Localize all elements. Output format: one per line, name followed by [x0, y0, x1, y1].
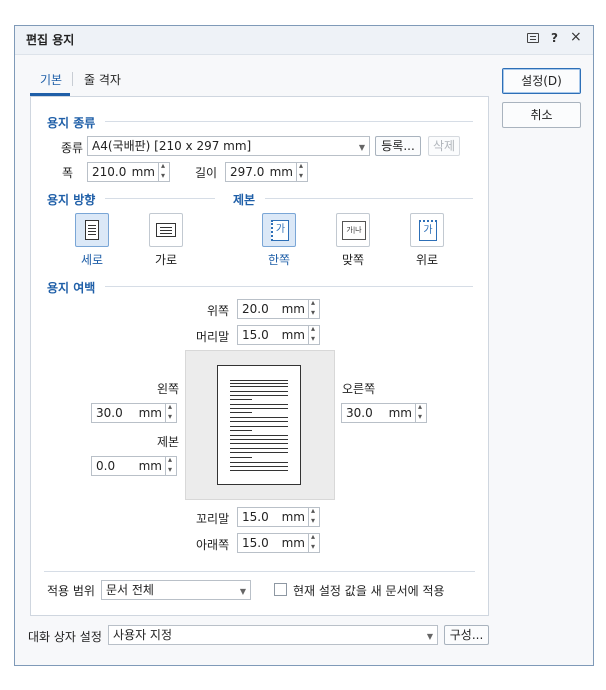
- top-margin-input[interactable]: 20.0 mm: [237, 299, 309, 319]
- kind-label: 종류: [61, 141, 84, 155]
- top-margin-value: 20.0: [242, 302, 269, 316]
- register-button[interactable]: 등록...: [375, 136, 421, 156]
- divider: [105, 198, 215, 199]
- binding-facing-option[interactable]: 가|나: [336, 213, 370, 247]
- ok-button[interactable]: 설정(D): [502, 68, 581, 94]
- length-label: 길이: [195, 166, 218, 180]
- landscape-page-icon: [156, 223, 176, 237]
- divider: [44, 571, 475, 572]
- title-bar: [15, 26, 593, 55]
- landscape-option[interactable]: [149, 213, 183, 247]
- apply-range-select[interactable]: 문서 전체 ▼: [101, 580, 251, 600]
- chevron-down-icon: ▼: [239, 587, 246, 596]
- portrait-label: 세로: [80, 253, 104, 267]
- top-margin-label: 위쪽: [207, 304, 230, 318]
- unit: mm: [281, 302, 305, 316]
- header-margin-input[interactable]: 15.0 mm: [237, 325, 309, 345]
- dialog-settings-select[interactable]: 사용자 지정 ▼: [108, 625, 438, 645]
- left-margin-spinner[interactable]: [166, 402, 177, 423]
- apply-range-value: 문서 전체: [106, 583, 154, 597]
- length-value: 297.0: [230, 165, 265, 179]
- divider: [265, 198, 473, 199]
- bottom-margin-value: 15.0: [242, 536, 269, 550]
- gutter-margin-value: 0.0: [96, 459, 116, 473]
- single-bind-icon: 가: [271, 220, 289, 241]
- left-margin-input[interactable]: 30.0 mm: [91, 403, 166, 423]
- divider: [105, 286, 473, 287]
- binding-heading: 제본: [233, 193, 256, 207]
- bottom-margin-input[interactable]: 15.0 mm: [237, 533, 309, 553]
- paper-type-heading: 용지 종류: [47, 116, 96, 130]
- margins-heading: 용지 여백: [47, 281, 96, 295]
- bottom-margin-spinner[interactable]: [309, 532, 320, 553]
- gutter-margin-input[interactable]: 0.0 mm: [91, 456, 166, 476]
- dialog-settings-label: 대화 상자 설정: [28, 630, 102, 644]
- gutter-margin-spinner[interactable]: [166, 455, 177, 476]
- config-button[interactable]: 구성...: [444, 625, 489, 645]
- close-icon[interactable]: ×: [570, 29, 582, 45]
- right-margin-label: 오른쪽: [342, 382, 376, 396]
- binding-single-label: 한쪽: [267, 253, 291, 267]
- header-margin-label: 머리말: [196, 330, 230, 344]
- cancel-button[interactable]: 취소: [502, 102, 581, 128]
- length-input[interactable]: 297.0 mm: [225, 162, 297, 182]
- binding-top-option[interactable]: 가: [410, 213, 444, 247]
- gutter-margin-label: 제본: [157, 435, 180, 449]
- width-spinner[interactable]: [159, 161, 170, 182]
- binding-single-option[interactable]: 가: [262, 213, 296, 247]
- dialog-settings-value: 사용자 지정: [113, 628, 173, 642]
- bottom-margin-label: 아래쪽: [196, 538, 230, 552]
- left-margin-label: 왼쪽: [157, 382, 180, 396]
- paper-kind-select[interactable]: A4(국배판) [210 x 297 mm] ▼: [87, 136, 370, 156]
- landscape-label: 가로: [154, 253, 178, 267]
- length-spinner[interactable]: [297, 161, 308, 182]
- tab-basic[interactable]: 기본: [40, 71, 62, 88]
- apply-new-doc-checkbox[interactable]: [274, 583, 287, 596]
- header-margin-spinner[interactable]: [309, 324, 320, 345]
- top-margin-spinner[interactable]: [309, 298, 320, 319]
- help-icon[interactable]: ?: [551, 31, 558, 45]
- portrait-page-icon: [85, 220, 99, 240]
- right-margin-spinner[interactable]: [416, 402, 427, 423]
- apply-range-label: 적용 범위: [47, 584, 95, 598]
- chevron-down-icon: ▼: [426, 632, 433, 641]
- preview-page: [217, 365, 301, 485]
- tab-line-grid[interactable]: 줄 격자: [84, 71, 121, 88]
- left-margin-value: 30.0: [96, 406, 123, 420]
- unit: mm: [138, 406, 162, 420]
- binding-top-label: 위로: [415, 253, 439, 267]
- tab-separator: [72, 72, 73, 86]
- footer-margin-value: 15.0: [242, 510, 269, 524]
- apply-new-doc-label: 현재 설정 값을 새 문서에 적용: [293, 584, 445, 598]
- unit: mm: [281, 328, 305, 342]
- width-label: 폭: [62, 166, 74, 180]
- footer-margin-spinner[interactable]: [309, 506, 320, 527]
- header-margin-value: 15.0: [242, 328, 269, 342]
- unit: mm: [281, 536, 305, 550]
- width-input[interactable]: 210.0 mm: [87, 162, 159, 182]
- facing-bind-icon: 가|나: [342, 221, 366, 240]
- portrait-option[interactable]: [75, 213, 109, 247]
- width-value: 210.0: [92, 165, 127, 179]
- length-unit: mm: [269, 165, 293, 179]
- chevron-down-icon: ▼: [358, 143, 365, 152]
- divider: [105, 121, 473, 122]
- paper-kind-value: A4(국배판) [210 x 297 mm]: [92, 139, 252, 153]
- binding-facing-label: 맞쪽: [341, 253, 365, 267]
- feedback-icon[interactable]: [527, 33, 539, 43]
- unit: mm: [281, 510, 305, 524]
- orientation-heading: 용지 방향: [47, 193, 96, 207]
- unit: mm: [138, 459, 162, 473]
- delete-button[interactable]: 삭제: [428, 136, 460, 156]
- footer-margin-input[interactable]: 15.0 mm: [237, 507, 309, 527]
- top-bind-icon: 가: [419, 220, 437, 241]
- unit: mm: [388, 406, 412, 420]
- right-margin-input[interactable]: 30.0 mm: [341, 403, 416, 423]
- footer-margin-label: 꼬리말: [196, 512, 230, 526]
- right-margin-value: 30.0: [346, 406, 373, 420]
- dialog-title: 편집 용지: [26, 33, 75, 47]
- width-unit: mm: [131, 165, 155, 179]
